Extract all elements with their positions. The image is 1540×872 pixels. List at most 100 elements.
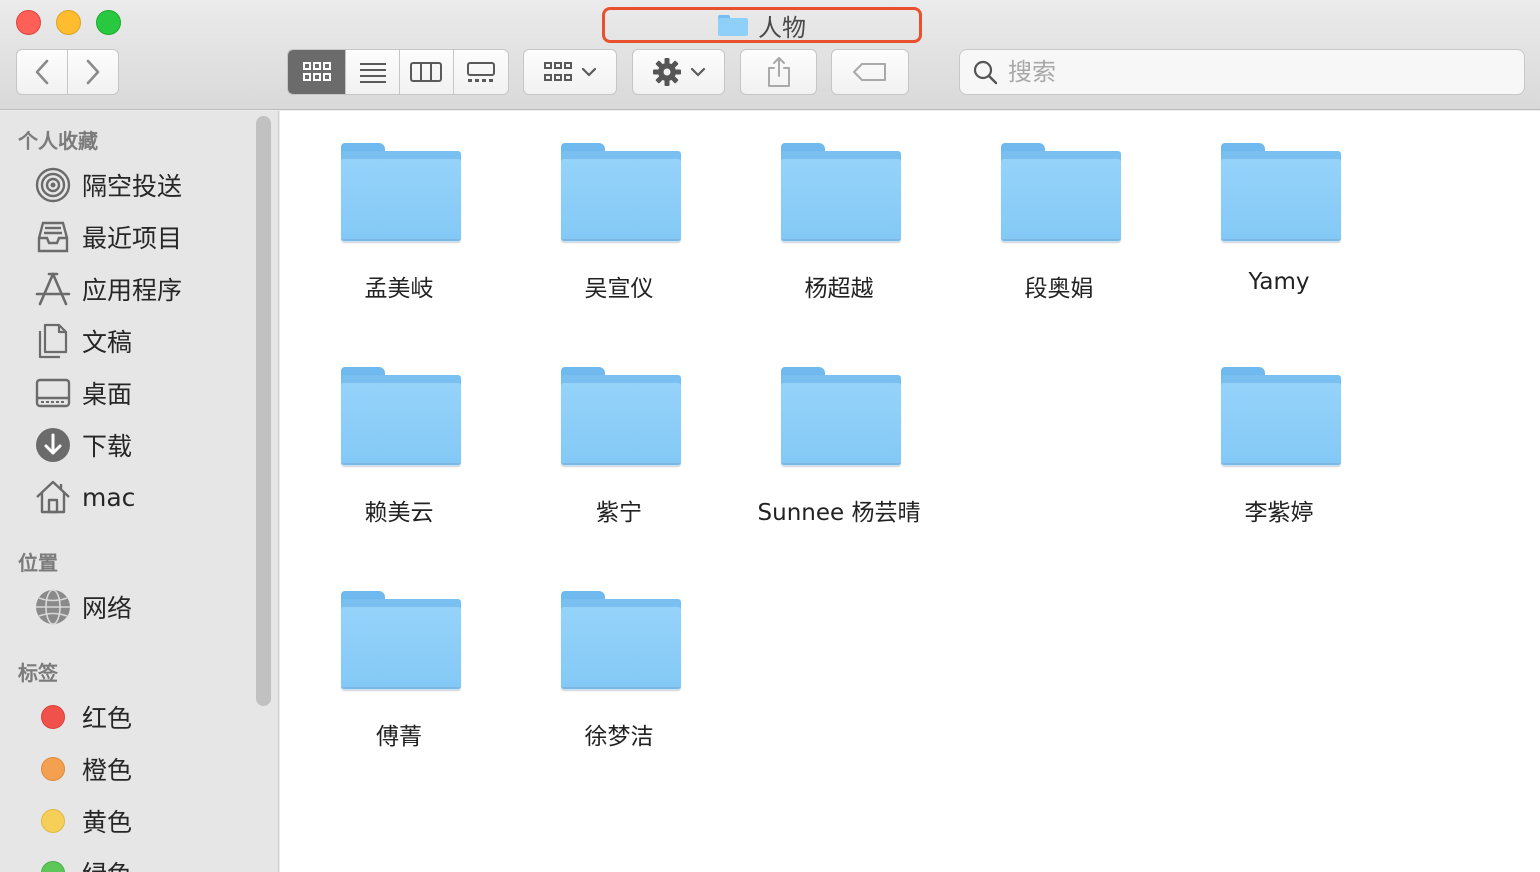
folder-name: Sunnee 杨芸晴 xyxy=(757,500,921,526)
sidebar-item-network[interactable]: 网络 xyxy=(34,587,132,627)
folder-icon xyxy=(341,367,461,463)
folder-icon xyxy=(561,591,681,687)
columns-icon xyxy=(410,62,443,82)
folder-name: 孟美岐 xyxy=(364,276,434,302)
chevron-down-icon xyxy=(581,67,597,77)
sidebar-item-label: 橙色 xyxy=(82,756,133,785)
yellow-tag-dot-icon xyxy=(41,809,65,833)
icon-grid-icon xyxy=(302,62,331,81)
zoom-button[interactable] xyxy=(96,10,121,35)
window-toolbar: 人物 xyxy=(0,0,1540,110)
folder-icon xyxy=(561,367,681,463)
group-grid-icon xyxy=(544,62,572,81)
share-button[interactable] xyxy=(740,49,817,95)
close-button[interactable] xyxy=(16,10,41,35)
sidebar-item-label: 绿色 xyxy=(82,855,132,872)
folder-icon xyxy=(341,591,461,687)
search-input[interactable] xyxy=(1008,58,1488,86)
sidebar-item-recents[interactable]: 最近项目 xyxy=(34,217,182,257)
folder-icon xyxy=(781,367,901,463)
sidebar-item-label: 最近项目 xyxy=(82,224,183,253)
folder-item[interactable]: 傅菁 xyxy=(294,559,504,759)
minimize-button[interactable] xyxy=(56,10,81,35)
folder-icon xyxy=(561,143,681,239)
folder-item[interactable]: Yamy xyxy=(1174,111,1384,311)
sidebar-heading-tags: 标签 xyxy=(18,661,58,685)
folder-icon xyxy=(1221,367,1341,463)
folder-item[interactable]: 段奥娟 xyxy=(954,111,1164,311)
sidebar-item-tag-red[interactable]: 红色 xyxy=(34,697,132,737)
sidebar-scrollbar[interactable] xyxy=(256,116,271,706)
folder-icon xyxy=(781,143,901,239)
downloads-icon xyxy=(34,426,72,464)
folder-item[interactable]: 徐梦洁 xyxy=(514,559,724,759)
sidebar-item-label: 应用程序 xyxy=(82,276,183,305)
folder-item[interactable]: 赖美云 xyxy=(294,335,504,535)
icon-view-button[interactable] xyxy=(288,50,346,94)
folder-item[interactable]: 吴宣仪 xyxy=(514,111,724,311)
sidebar-item-tag-yellow[interactable]: 黄色 xyxy=(34,801,132,841)
navigation-buttons xyxy=(16,49,119,95)
column-view-button[interactable] xyxy=(398,50,453,94)
sidebar-item-label: 文稿 xyxy=(82,328,133,357)
search-field[interactable] xyxy=(959,49,1525,95)
forward-button[interactable] xyxy=(67,50,118,94)
folder-name: 紫宁 xyxy=(596,500,642,526)
edit-tags-button[interactable] xyxy=(831,49,909,95)
network-icon xyxy=(34,588,72,626)
window-title-text: 人物 xyxy=(758,13,806,42)
folder-item[interactable]: Sunnee 杨芸晴 xyxy=(734,335,944,535)
folder-icon xyxy=(1001,143,1121,239)
back-button[interactable] xyxy=(17,50,67,94)
folder-item[interactable]: 孟美岐 xyxy=(294,111,504,311)
list-view-button[interactable] xyxy=(345,50,399,94)
folder-item[interactable]: 紫宁 xyxy=(514,335,724,535)
folder-name: 赖美云 xyxy=(364,500,434,526)
sidebar-item-label: mac xyxy=(82,482,136,512)
sidebar-item-label: 隔空投送 xyxy=(82,172,183,201)
airdrop-icon xyxy=(34,166,72,204)
folder-icon xyxy=(718,14,748,36)
sidebar-item-label: 下载 xyxy=(82,432,133,461)
folder-name: 李紫婷 xyxy=(1244,500,1314,526)
folder-item[interactable]: 杨超越 xyxy=(734,111,944,311)
sidebar-item-tag-green[interactable]: 绿色 xyxy=(34,853,132,872)
recents-icon xyxy=(34,218,72,256)
window-title: 人物 xyxy=(602,7,922,43)
group-by-button[interactable] xyxy=(523,49,617,95)
folder-name: 徐梦洁 xyxy=(584,724,654,750)
applications-icon xyxy=(34,270,72,308)
sidebar-item-label: 黄色 xyxy=(82,808,133,837)
sidebar-item-home[interactable]: mac xyxy=(34,477,135,517)
documents-icon xyxy=(34,322,72,360)
search-icon xyxy=(973,60,998,85)
tag-icon xyxy=(853,63,886,81)
red-tag-dot-icon xyxy=(41,705,65,729)
home-icon xyxy=(34,478,72,516)
chevron-right-icon xyxy=(86,59,100,85)
sidebar-item-label: 网络 xyxy=(82,594,133,623)
gallery-view-button[interactable] xyxy=(452,50,509,94)
view-mode-control xyxy=(287,49,509,95)
folder-item[interactable]: 李紫婷 xyxy=(1174,335,1384,535)
sidebar-item-documents[interactable]: 文稿 xyxy=(34,321,132,361)
list-icon xyxy=(359,63,386,83)
gallery-icon xyxy=(466,62,495,82)
share-icon xyxy=(767,57,790,87)
folder-icon xyxy=(1221,143,1341,239)
sidebar-item-desktop[interactable]: 桌面 xyxy=(34,373,132,413)
folder-grid: 孟美岐 吴宣仪 杨超越 段奥娟 Yamy 赖美云 紫宁 Sunnee 杨芸晴 李… xyxy=(280,111,1540,872)
sidebar-item-applications[interactable]: 应用程序 xyxy=(34,269,182,309)
chevron-down-icon xyxy=(690,67,705,77)
orange-tag-dot-icon xyxy=(41,757,65,781)
sidebar-item-downloads[interactable]: 下载 xyxy=(34,425,132,465)
folder-icon xyxy=(341,143,461,239)
sidebar-item-airdrop[interactable]: 隔空投送 xyxy=(34,165,182,205)
desktop-icon xyxy=(34,374,72,412)
sidebar-item-label: 桌面 xyxy=(82,380,133,409)
sidebar-item-tag-orange[interactable]: 橙色 xyxy=(34,749,132,789)
green-tag-dot-icon xyxy=(41,861,65,872)
sidebar: 个人收藏 隔空投送 最近项目 应用程序 文稿 桌面 下载 mac 位置 网络 标… xyxy=(0,111,279,872)
action-button[interactable] xyxy=(632,49,725,95)
sidebar-item-label: 红色 xyxy=(82,704,133,733)
